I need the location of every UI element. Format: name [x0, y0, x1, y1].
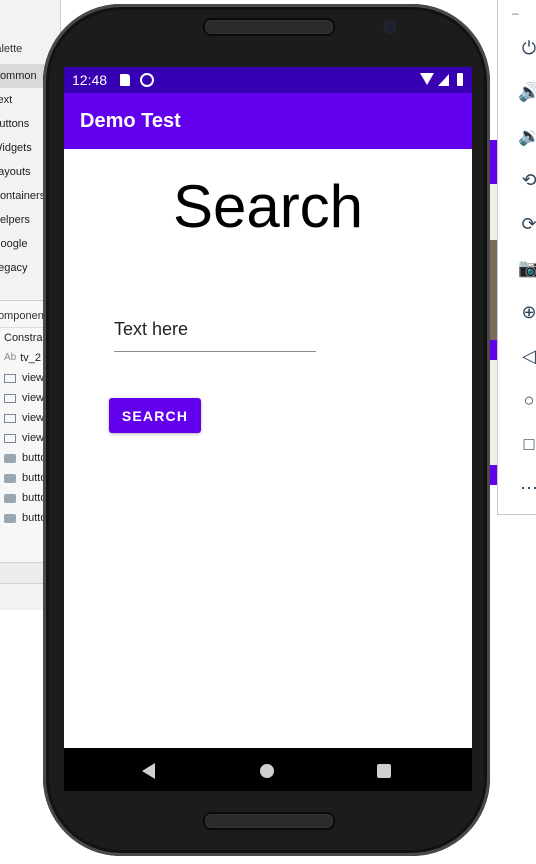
back-icon[interactable]: ◁	[518, 345, 536, 367]
sync-icon	[140, 73, 154, 87]
main-content: Search SEARCH	[64, 149, 472, 748]
page-title: Search	[172, 173, 364, 240]
tree-item-label: view	[22, 372, 45, 384]
power-icon[interactable]: ⏻	[518, 37, 536, 59]
status-bar: 12:48	[64, 67, 472, 93]
app-bar: Demo Test	[64, 93, 472, 149]
button-widget-icon	[4, 493, 16, 503]
home-icon[interactable]: ○	[518, 389, 536, 411]
signal-icon	[438, 74, 449, 86]
volume-up-icon[interactable]: 🔊	[518, 81, 536, 103]
tree-item-label: view	[22, 432, 45, 444]
tree-item-label: view	[22, 412, 45, 424]
bottom-speaker	[203, 812, 335, 830]
button-widget-icon	[4, 513, 16, 523]
camera-icon[interactable]: 📷	[518, 257, 536, 279]
view-icon	[4, 433, 16, 443]
sd-card-icon	[120, 74, 130, 86]
rotate-left-icon[interactable]: ⟲	[518, 169, 536, 191]
view-icon	[4, 373, 16, 383]
minimize-button[interactable]: –	[512, 6, 519, 20]
app-title: Demo Test	[80, 110, 181, 132]
search-button[interactable]: SEARCH	[109, 398, 201, 433]
earpiece-speaker	[203, 18, 335, 36]
phone-screen: 12:48 Demo Test Search SEARCH	[64, 67, 472, 791]
volume-down-icon[interactable]: 🔉	[518, 125, 536, 147]
button-widget-icon	[4, 453, 16, 463]
more-icon[interactable]: ⋯	[518, 477, 536, 499]
emulator-toolbar: – ⏻ 🔊 🔉 ⟲ ⟳ 📷 ⊕ ◁ ○ □ ⋯	[497, 0, 536, 515]
phone-frame: 12:48 Demo Test Search SEARCH	[43, 4, 490, 856]
navigation-bar	[64, 748, 472, 791]
nav-back-icon[interactable]	[142, 763, 155, 779]
overview-icon[interactable]: □	[518, 433, 536, 455]
rotate-right-icon[interactable]: ⟳	[518, 213, 536, 235]
status-time: 12:48	[72, 72, 108, 88]
wifi-icon	[420, 73, 434, 85]
view-icon	[4, 393, 16, 403]
view-icon	[4, 413, 16, 423]
tree-item-label: view	[22, 392, 45, 404]
zoom-icon[interactable]: ⊕	[518, 301, 536, 323]
nav-recents-icon[interactable]	[377, 764, 391, 778]
battery-icon	[457, 73, 463, 86]
button-widget-icon	[4, 473, 16, 483]
front-camera	[385, 22, 395, 32]
screenshot-root: Palette Common Text Buttons Widgets Layo…	[0, 0, 536, 864]
tree-item-label: tv_2	[20, 352, 42, 364]
nav-home-icon[interactable]	[260, 764, 274, 778]
text-view-icon: Ab	[4, 352, 17, 363]
search-input[interactable]	[114, 308, 316, 352]
